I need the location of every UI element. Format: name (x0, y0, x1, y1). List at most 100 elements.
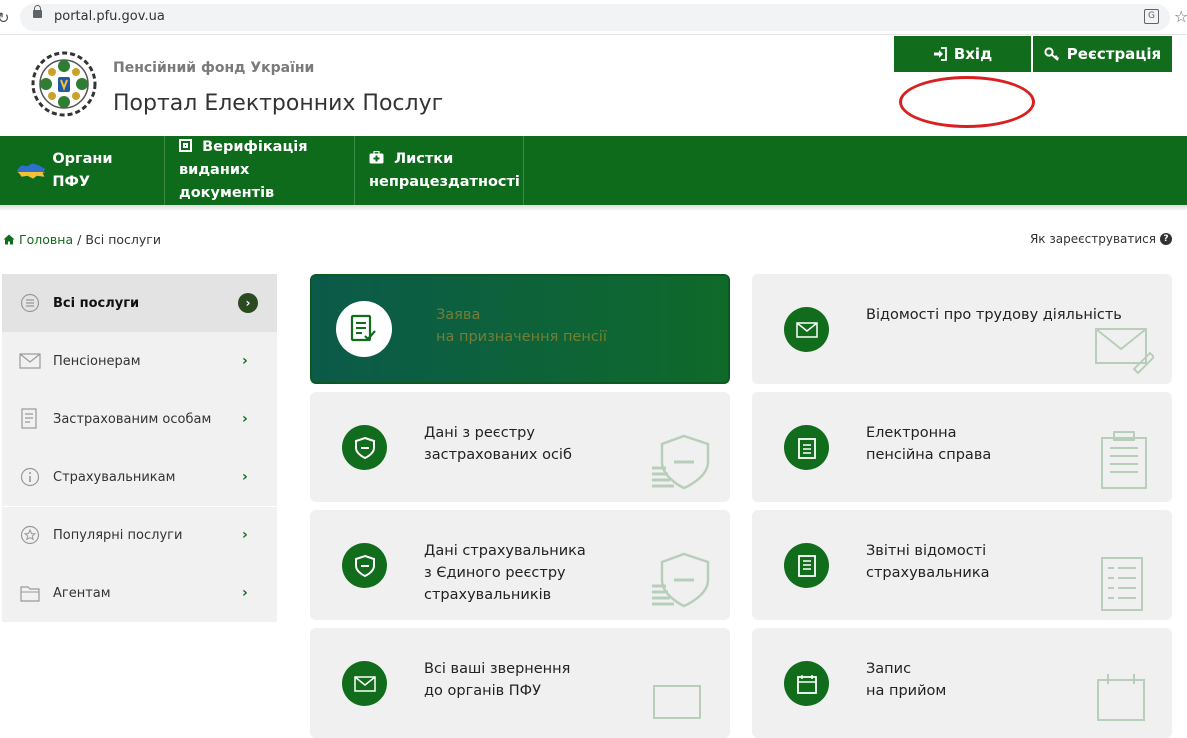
card-title-line2: на призначення пенсії (436, 329, 607, 345)
url-field[interactable] (20, 4, 1170, 31)
card-title-line2: на прийом (866, 683, 947, 699)
nav-label-verification-line2: виданих документів (179, 162, 275, 201)
breadcrumb-home-link[interactable]: Головна (19, 232, 73, 247)
card-text: Електронна пенсійна справа (866, 422, 991, 466)
breadcrumb-separator: / (77, 232, 82, 247)
report-list-watermark-icon (1101, 557, 1143, 611)
medical-kit-icon (369, 150, 384, 163)
shield-minus-watermark-icon (652, 552, 710, 608)
star-badge-icon (19, 524, 41, 546)
chevron-right-icon: › (238, 293, 258, 313)
nav-item-verification[interactable]: Верифікація виданих документів (165, 136, 355, 205)
calendar-watermark-icon (1097, 674, 1145, 721)
sidebar-item-insurers[interactable]: Страхувальникам › (2, 448, 277, 506)
nav-label-sick-leave-line1: Листки (394, 150, 454, 167)
document-edit-icon (19, 408, 41, 430)
card-text: Відомості про трудову діяльність (866, 304, 1122, 326)
sidebar-label: Всі послуги (53, 295, 140, 311)
card-text: Дані з реєстру застрахованих осіб (424, 422, 572, 466)
reload-icon[interactable]: ↻ (0, 9, 10, 27)
envelope-icon (19, 350, 41, 372)
folder-icon (19, 582, 41, 604)
home-icon[interactable] (3, 234, 15, 245)
list-circle-icon (19, 292, 41, 314)
card-text: Всі ваші звернення до органів ПФУ (424, 658, 570, 702)
sidebar-item-agents[interactable]: Агентам › (2, 564, 277, 622)
card-title-line1: Всі ваші звернення (424, 661, 571, 677)
chevron-right-icon: › (242, 411, 248, 427)
breadcrumb: Головна / Всі послуги (3, 232, 161, 247)
service-card-work-records[interactable]: Відомості про трудову діяльність (752, 274, 1172, 384)
chevron-right-icon: › (242, 527, 248, 543)
sidebar-label: Страхувальникам (53, 469, 176, 485)
service-card-all-requests[interactable]: Всі ваші звернення до органів ПФУ (310, 628, 730, 738)
sidebar-label: Застрахованим особам (53, 411, 212, 427)
annotation-ellipse (899, 76, 1035, 128)
login-button[interactable]: Вхід (894, 36, 1031, 72)
card-text: Звітні відомості страхувальника (866, 540, 989, 584)
service-card-insurer-registry[interactable]: Дані страхувальника з Єдиного реєстру ст… (310, 510, 730, 620)
sidebar-item-popular[interactable]: Популярні послуги › (2, 506, 277, 564)
nav-label-verification-line1: Верифікація (202, 139, 308, 155)
card-title-line1: Відомості про трудову діяльність (866, 307, 1122, 323)
card-title-line2: страхувальника (866, 565, 990, 581)
clipboard-icon (784, 425, 829, 470)
service-card-appointment[interactable]: Запис на прийом (752, 628, 1172, 738)
register-button[interactable]: Реєстрація (1033, 36, 1172, 72)
card-title-line1: Дані з реєстру (424, 425, 535, 441)
shield-minus-icon (342, 425, 387, 470)
service-card-insurer-reports[interactable]: Звітні відомості страхувальника (752, 510, 1172, 620)
shield-minus-watermark-icon (652, 434, 710, 490)
shield-minus-icon (342, 543, 387, 588)
ukraine-map-icon (16, 162, 46, 179)
url-text[interactable]: portal.pfu.gov.ua (54, 9, 165, 24)
how-to-register-link[interactable]: Як зареєструватися ? (1030, 232, 1172, 246)
clipboard-watermark-icon (1101, 431, 1147, 489)
envelope-edit-watermark-icon (1095, 328, 1154, 375)
mail-icon (342, 661, 387, 706)
register-label: Реєстрація (1066, 45, 1162, 63)
how-to-register-label: Як зареєструватися (1029, 232, 1156, 246)
portal-name[interactable]: Портал Електронних Послуг (113, 91, 443, 116)
nav-label-sick-leave-line2: непрацездатності (369, 173, 520, 190)
card-title-line1: Звітні відомості (866, 543, 987, 559)
org-name: Пенсійний фонд України (113, 60, 315, 76)
application-form-icon (336, 301, 392, 357)
card-title-line1: Заява (436, 307, 481, 323)
card-title-line2: з Єдиного реєстру (424, 565, 566, 581)
pfu-logo[interactable] (30, 50, 98, 118)
main-nav: Органи ПФУ Верифікація виданих документі… (0, 136, 1187, 205)
chevron-right-icon: › (242, 353, 248, 369)
service-card-pension-case[interactable]: Електронна пенсійна справа (752, 392, 1172, 502)
nav-label-pfu-bodies: Органи ПФУ (52, 150, 113, 190)
card-title-line2: до органів ПФУ (424, 683, 541, 699)
sign-in-icon (933, 47, 947, 61)
chevron-right-icon: › (242, 585, 248, 601)
sidebar-item-pensioners[interactable]: Пенсіонерам › (2, 332, 277, 390)
card-title-line2: пенсійна справа (866, 447, 992, 463)
lock-icon[interactable] (33, 5, 42, 18)
sidebar-item-insured[interactable]: Застрахованим особам › (2, 390, 277, 448)
envelope-edit-icon (784, 307, 829, 352)
info-icon (19, 466, 41, 488)
breadcrumb-current: Всі послуги (85, 232, 161, 247)
sidebar: Всі послуги › Пенсіонерам › Застраховани… (2, 274, 277, 622)
sidebar-label: Агентам (53, 585, 111, 601)
sidebar-item-all-services[interactable]: Всі послуги › (2, 274, 277, 332)
service-card-insured-registry[interactable]: Дані з реєстру застрахованих осіб (310, 392, 730, 502)
translate-icon[interactable]: G (1144, 9, 1159, 24)
sidebar-label: Популярні послуги (53, 527, 183, 543)
card-text: Запис на прийом (866, 658, 946, 702)
card-text: Заява на призначення пенсії (436, 304, 607, 348)
service-card-pension-application[interactable]: Заява на призначення пенсії (310, 274, 730, 384)
nav-item-pfu-bodies[interactable]: Органи ПФУ (0, 136, 165, 205)
card-title-line2: застрахованих осіб (424, 447, 572, 463)
card-title-line1: Електронна (866, 425, 957, 441)
nav-item-sick-leave[interactable]: Листки непрацездатності (355, 136, 524, 205)
qr-code-icon (179, 139, 192, 152)
site-header: Пенсійний фонд України Портал Електронни… (0, 36, 1187, 136)
login-label: Вхід (953, 45, 993, 63)
nav-shadow (0, 205, 1187, 211)
question-circle-icon: ? (1160, 233, 1172, 245)
bookmark-star-icon[interactable]: ☆ (1174, 7, 1187, 26)
